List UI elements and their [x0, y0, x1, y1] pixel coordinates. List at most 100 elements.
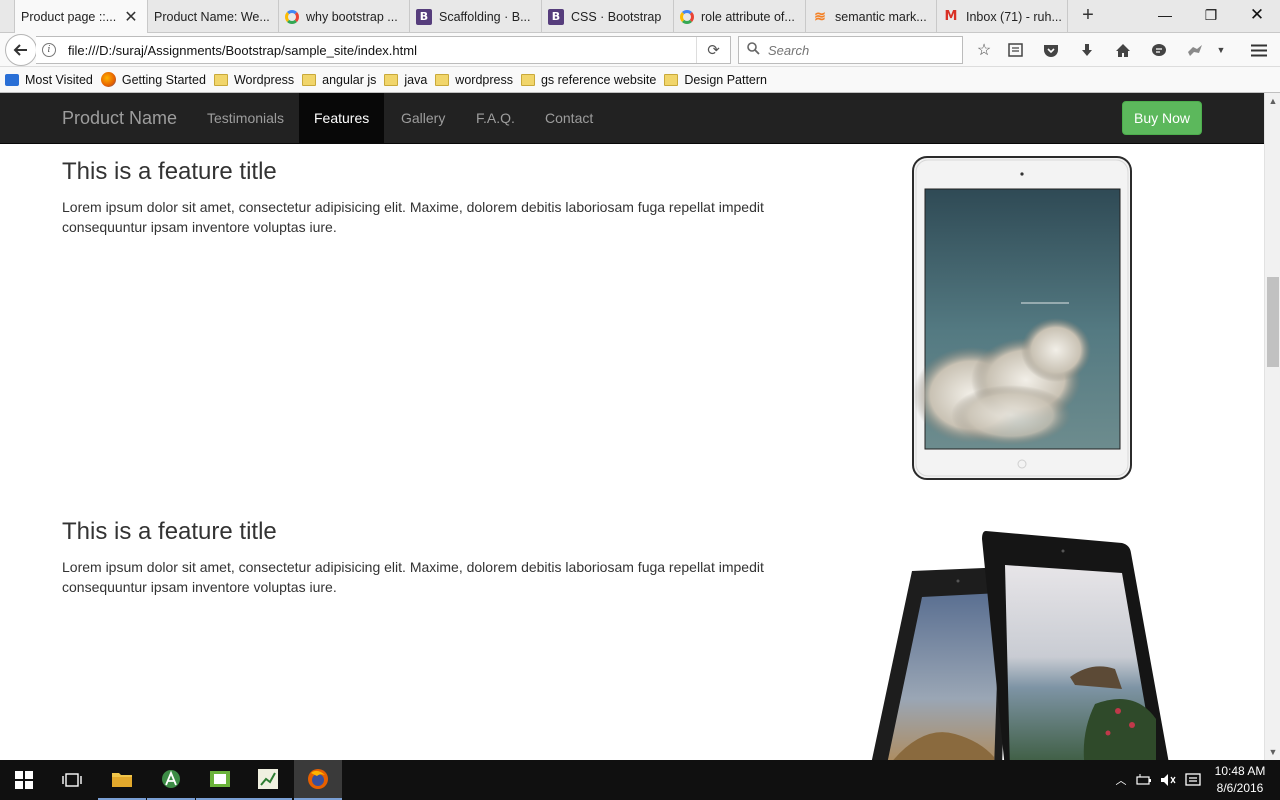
url-text[interactable]: file:///D:/suraj/Assignments/Bootstrap/s…	[68, 43, 417, 58]
bookmark-label: Getting Started	[121, 72, 206, 87]
folder-icon	[435, 73, 450, 86]
tablet-image	[912, 156, 1132, 480]
system-clock[interactable]: 10:48 AM 8/6/2016	[1205, 763, 1275, 797]
windows-icon	[15, 771, 33, 789]
feature-title: This is a feature title	[62, 518, 277, 545]
taskbar: ︿ 10:48 AM 8/6/2016	[0, 760, 1280, 800]
scroll-up-icon[interactable]: ▲	[1265, 93, 1280, 109]
site-info-icon[interactable]: i	[42, 43, 56, 57]
search-input[interactable]	[768, 42, 948, 58]
new-tab-button[interactable]: +	[1077, 4, 1099, 27]
buy-now-button[interactable]: Buy Now	[1122, 101, 1202, 135]
show-hidden-icons-icon[interactable]: ︿	[1112, 760, 1130, 800]
firefox-icon	[308, 769, 328, 789]
download-icon[interactable]	[1074, 38, 1100, 62]
bookmark-design-pattern[interactable]: Design Pattern	[664, 73, 767, 87]
start-button[interactable]	[0, 760, 48, 800]
tab-label: Inbox (71) - ruh...	[966, 9, 1061, 24]
tab-label: role attribute of...	[701, 9, 795, 24]
bookmark-label: java	[404, 72, 428, 87]
nav-gallery[interactable]: Gallery	[386, 93, 460, 143]
vertical-scrollbar[interactable]: ▲ ▼	[1264, 93, 1280, 760]
web-page: Product Name Testimonials Features Galle…	[0, 93, 1264, 760]
bookmark-label: Most Visited	[25, 72, 93, 87]
notifications-icon[interactable]	[1182, 760, 1204, 800]
scroll-down-icon[interactable]: ▼	[1265, 744, 1280, 760]
task-view-icon	[62, 773, 82, 787]
stackoverflow-icon: ≋	[814, 8, 826, 24]
android-studio-button[interactable]	[147, 760, 195, 800]
bookmark-getting-started[interactable]: Getting Started	[100, 72, 206, 87]
feature-block-1: This is a feature title Lorem ipsum dolo…	[62, 158, 782, 237]
tab-css-bootstrap[interactable]: B CSS · Bootstrap	[542, 0, 674, 33]
feature-title: This is a feature title	[62, 158, 277, 185]
clock-time: 10:48 AM	[1214, 764, 1266, 778]
home-icon[interactable]	[1110, 38, 1136, 62]
volume-muted-icon[interactable]	[1158, 760, 1178, 800]
folder-icon	[213, 73, 228, 86]
bookmark-star-icon[interactable]: ☆	[971, 38, 997, 62]
pocket-icon[interactable]	[1038, 38, 1064, 62]
bookmark-most-visited[interactable]: Most Visited	[5, 73, 93, 87]
tab-product-page[interactable]: Product page ::... ✕	[14, 0, 148, 34]
site-navbar: Product Name Testimonials Features Galle…	[0, 93, 1264, 144]
tab-label: why bootstrap ...	[306, 9, 398, 24]
gmail-icon: M	[944, 9, 958, 24]
tab-semantic-markup[interactable]: ≋ semantic mark...	[806, 0, 937, 33]
minimize-icon[interactable]: —	[1142, 0, 1188, 30]
tab-inbox[interactable]: M Inbox (71) - ruh...	[937, 0, 1068, 33]
nav-contact[interactable]: Contact	[530, 93, 608, 143]
folder-icon	[520, 73, 535, 86]
bookmark-label: Wordpress	[233, 72, 295, 87]
app-icon	[210, 771, 230, 787]
google-icon	[680, 9, 694, 24]
tab-label: Product page ::...	[21, 10, 117, 24]
chart-app-icon	[258, 769, 278, 789]
nav-features[interactable]: Features	[299, 93, 385, 143]
brand-link[interactable]: Product Name	[62, 108, 177, 129]
bookmark-java[interactable]: java	[384, 73, 427, 87]
scrollbar-thumb[interactable]	[1267, 277, 1279, 367]
url-bar[interactable]: i file:///D:/suraj/Assignments/Bootstrap…	[36, 36, 731, 64]
tab-label: semantic mark...	[835, 9, 927, 24]
search-box[interactable]	[738, 36, 963, 64]
tab-label: CSS · Bootstrap	[571, 9, 662, 24]
tab-strip: Product page ::... ✕ Product Name: We...…	[0, 0, 1280, 34]
chart-app-button[interactable]	[244, 760, 292, 800]
bookmark-gs-reference[interactable]: gs reference website	[520, 72, 657, 87]
file-explorer-button[interactable]	[98, 760, 146, 800]
tab-label: Product Name: We...	[154, 9, 270, 24]
feature-text: Lorem ipsum dolor sit amet, consectetur …	[62, 559, 764, 596]
close-tab-icon[interactable]: ✕	[124, 7, 137, 27]
bookmark-wordpress[interactable]: Wordpress	[213, 72, 295, 87]
tab-role-attribute[interactable]: role attribute of...	[674, 0, 806, 33]
feature-text: Lorem ipsum dolor sit amet, consectetur …	[62, 199, 764, 236]
firefox-icon	[100, 72, 116, 87]
hamburger-menu-icon[interactable]	[1246, 38, 1272, 62]
reading-list-icon[interactable]	[1002, 38, 1028, 62]
feature-block-2: This is a feature title Lorem ipsum dolo…	[62, 518, 782, 597]
chevron-down-icon[interactable]: ▼	[1208, 38, 1234, 62]
chat-icon[interactable]	[1146, 38, 1172, 62]
most-visited-icon	[5, 73, 19, 86]
bookmark-angular-js[interactable]: angular js	[302, 73, 376, 87]
back-button[interactable]	[5, 34, 37, 66]
task-view-button[interactable]	[48, 760, 96, 800]
nav-faq[interactable]: F.A.Q.	[461, 93, 530, 143]
battery-icon[interactable]	[1134, 760, 1154, 800]
bookmark-label: gs reference website	[540, 72, 657, 87]
tab-scaffolding[interactable]: B Scaffolding · B...	[410, 0, 542, 33]
search-icon	[747, 42, 760, 58]
extension-icon[interactable]	[1182, 38, 1208, 62]
close-window-icon[interactable]: ✕	[1234, 0, 1280, 30]
tab-product-name[interactable]: Product Name: We...	[148, 0, 279, 33]
reload-icon[interactable]: ⟳	[696, 37, 730, 63]
bootstrap-icon: B	[416, 8, 432, 25]
nav-testimonials[interactable]: Testimonials	[192, 93, 299, 143]
navigation-toolbar: i file:///D:/suraj/Assignments/Bootstrap…	[0, 33, 1280, 67]
tab-why-bootstrap[interactable]: why bootstrap ...	[279, 0, 410, 33]
app-button-green[interactable]	[196, 760, 244, 800]
bookmark-wordpress-2[interactable]: wordpress	[435, 73, 513, 87]
restore-icon[interactable]: ❐	[1188, 0, 1234, 30]
firefox-taskbar-button[interactable]	[294, 760, 342, 800]
